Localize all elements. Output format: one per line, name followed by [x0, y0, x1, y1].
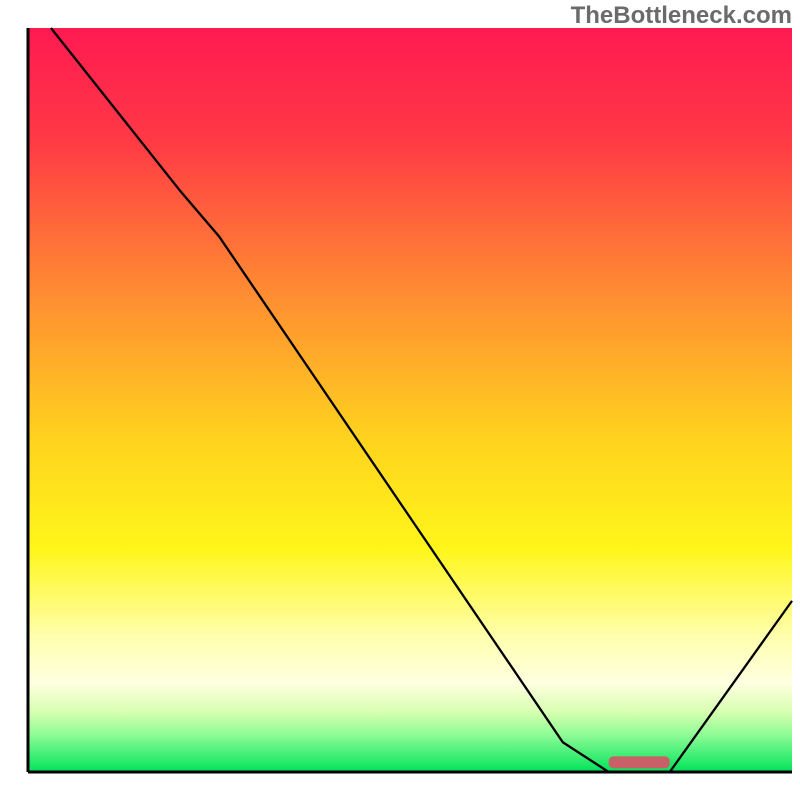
chart-svg: [0, 0, 800, 800]
optimal-marker: [609, 756, 670, 768]
plot-background: [28, 28, 792, 772]
bottleneck-chart: TheBottleneck.com: [0, 0, 800, 800]
watermark-text: TheBottleneck.com: [571, 2, 792, 30]
